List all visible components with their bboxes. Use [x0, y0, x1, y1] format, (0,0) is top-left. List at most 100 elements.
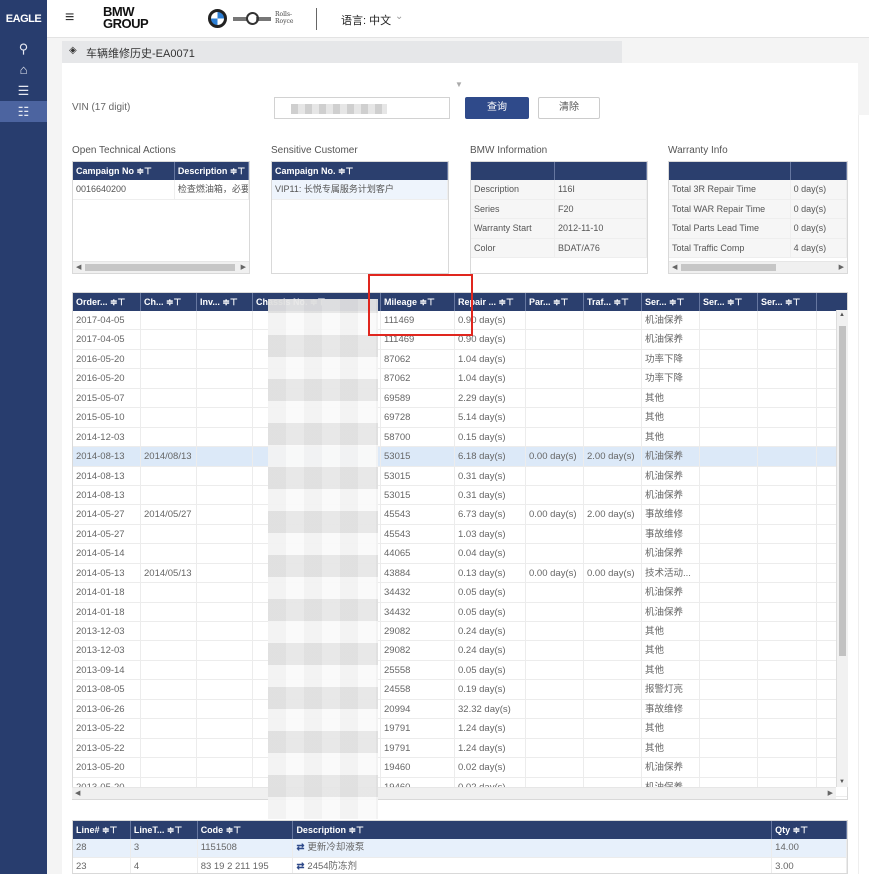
table-row[interactable]: 2014-05-27 45543 1.03 day(s) 事故维修	[73, 524, 847, 545]
table-row[interactable]: 2014-05-14 44065 0.04 day(s) 机油保养	[73, 544, 847, 564]
cell-parts	[526, 583, 584, 602]
page-scrollbar[interactable]	[858, 115, 869, 874]
cell-order-date: 2014-08-13	[73, 485, 141, 505]
scroll-right-icon[interactable]: ▶	[828, 788, 833, 800]
cell-repair: 0.05 day(s)	[455, 583, 526, 602]
cell-inv	[197, 485, 253, 505]
table-row[interactable]: 23 4 83 19 2 211 195 ⇄ 2454防冻剂 3.00	[73, 858, 847, 873]
table-row[interactable]: 2014-01-18 34432 0.05 day(s) 机油保养	[73, 602, 847, 622]
scroll-left-icon[interactable]: ◀	[672, 262, 677, 274]
horizontal-scrollbar[interactable]: ◀ ▶	[72, 787, 836, 799]
table-row[interactable]: 2013-05-22 19791 1.24 day(s) 其他	[73, 719, 847, 739]
cell-service1: 报警灯亮	[642, 680, 700, 699]
divider	[316, 8, 317, 30]
cell-repair: 0.04 day(s)	[455, 544, 526, 563]
column-campaign-no[interactable]: Campaign No. ≑⊤	[272, 162, 448, 180]
cell-ch	[141, 602, 197, 621]
cell-repair: 0.02 day(s)	[455, 758, 526, 777]
cell-service2	[700, 349, 758, 369]
table-row[interactable]: 2013-12-03 29082 0.24 day(s) 其他	[73, 641, 847, 661]
table-row[interactable]: 2013-06-26 20994 32.32 day(s) 事故维修	[73, 699, 847, 720]
table-row[interactable]: 2014-05-27 2014/05/27 45543 6.73 day(s) 0.00…	[73, 505, 847, 525]
rolls-royce-logo: Rolls-Royce	[275, 11, 294, 25]
scroll-right-icon[interactable]: ▶	[241, 262, 246, 274]
vertical-scrollbar[interactable]: ▲ ▼	[836, 310, 848, 787]
language-selector[interactable]: 语言: 中文	[341, 12, 391, 28]
column-inv[interactable]: Inv... ≑⊤	[197, 293, 253, 311]
column-order-date[interactable]: Order... ≑⊤	[73, 293, 141, 311]
table-row[interactable]: 2015-05-07 69589 2.29 day(s) 其他	[73, 388, 847, 409]
cell-service2	[700, 622, 758, 641]
cell-service2	[700, 505, 758, 524]
table-row[interactable]: 2014-08-13 53015 0.31 day(s) 机油保养	[73, 485, 847, 506]
column-parts[interactable]: Par... ≑⊤	[526, 293, 584, 311]
cell-order-date: 2016-05-20	[73, 349, 141, 369]
cell-traffic	[584, 680, 642, 699]
cell-order-date: 2013-05-22	[73, 738, 141, 758]
column-service2[interactable]: Ser... ≑⊤	[700, 293, 758, 311]
cell-mileage: 34432	[381, 602, 455, 621]
table-row[interactable]: 2013-05-20 194600.02 day(s) 机油保养	[73, 758, 847, 778]
cell-repair: 1.24 day(s)	[455, 738, 526, 758]
table-row[interactable]: 28 3 1151508 ⇄ 更新冷却液泵 14.00	[73, 839, 847, 858]
scroll-right-icon[interactable]: ▶	[839, 262, 844, 274]
cell-service2	[700, 388, 758, 408]
table-row[interactable]: 2014-08-13 2014/08/13 53015 6.18 day(s) 0.00…	[73, 447, 847, 467]
list-icon[interactable]: ☰	[0, 80, 47, 101]
table-row[interactable]: 2013-05-22 19791 1.24 day(s) 其他	[73, 738, 847, 759]
horizontal-scrollbar[interactable]: ◀ ▶	[669, 261, 847, 273]
table-row[interactable]: VIP11: 长悦专属服务计划客户	[272, 180, 448, 200]
column-campaign-no[interactable]: Campaign No ≑⊤	[73, 162, 175, 180]
cell-traffic	[584, 699, 642, 719]
home-icon[interactable]: ⌂	[0, 59, 47, 80]
cell-order-date: 2015-05-10	[73, 408, 141, 427]
table-row[interactable]: 2016-05-20 87062 1.04 day(s) 功率下降	[73, 369, 847, 389]
column-ch[interactable]: Ch... ≑⊤	[141, 293, 197, 311]
cell-ch: 2014/08/13	[141, 447, 197, 466]
cell-ch	[141, 388, 197, 408]
cell-repair: 1.24 day(s)	[455, 719, 526, 738]
column-traffic[interactable]: Traf... ≑⊤	[584, 293, 642, 311]
clear-button[interactable]: 清除	[538, 97, 600, 119]
table-row[interactable]: 2015-05-10 69728 5.14 day(s) 其他	[73, 408, 847, 428]
table-row[interactable]: 2013-09-14 25558 0.05 day(s) 其他	[73, 660, 847, 681]
cell-inv	[197, 563, 253, 583]
column-line-type[interactable]: LineT... ≑⊤	[131, 821, 198, 839]
repair-history-table: Order... ≑⊤Ch... ≑⊤Inv... ≑⊤Chassis No. …	[72, 292, 848, 800]
scroll-left-icon[interactable]: ◀	[76, 262, 81, 274]
cell-traffic	[584, 330, 642, 349]
table-row[interactable]: 2013-08-05 24558 0.19 day(s) 报警灯亮	[73, 680, 847, 700]
column-code[interactable]: Code ≑⊤	[198, 821, 294, 839]
column-service3[interactable]: Ser... ≑⊤	[758, 293, 817, 311]
vin-input[interactable]	[274, 97, 450, 119]
collapse-caret-icon[interactable]: ▼	[455, 80, 463, 89]
table-row[interactable]: 2014-05-13 2014/05/13 43884 0.13 day(s) 0.00…	[73, 563, 847, 584]
table-row[interactable]: 0016640200 检查燃油箱，必要	[73, 180, 249, 200]
chevron-down-icon[interactable]: ⌄	[395, 11, 403, 22]
table-row[interactable]: 2014-08-13 53015 0.31 day(s) 机油保养	[73, 466, 847, 486]
bmw-group-logo: BMW GROUP	[103, 4, 149, 31]
column-line[interactable]: Line# ≑⊤	[73, 821, 131, 839]
table-row[interactable]: 2014-12-03 58700 0.15 day(s) 其他	[73, 427, 847, 448]
table-row[interactable]: 2013-12-03 29082 0.24 day(s) 其他	[73, 622, 847, 642]
column-description[interactable]: Description ≑⊤	[175, 162, 249, 180]
cell-ch	[141, 641, 197, 660]
table-row[interactable]: 2016-05-20 87062 1.04 day(s) 功率下降	[73, 349, 847, 370]
search-icon[interactable]: ⚲	[0, 38, 47, 59]
column-description[interactable]: Description ≑⊤	[293, 821, 773, 839]
scroll-up-icon[interactable]: ▲	[839, 312, 845, 318]
hamburger-icon[interactable]: ≡	[65, 9, 74, 27]
column-service1[interactable]: Ser... ≑⊤	[642, 293, 700, 311]
column-qty[interactable]: Qty ≑⊤	[772, 821, 847, 839]
cell-service3	[758, 563, 817, 583]
query-button[interactable]: 查询	[465, 97, 529, 119]
horizontal-scrollbar[interactable]: ◀ ▶	[73, 261, 249, 273]
cell-mileage: 53015	[381, 447, 455, 466]
scroll-left-icon[interactable]: ◀	[75, 788, 80, 800]
scroll-down-icon[interactable]: ▼	[839, 779, 845, 785]
database-icon[interactable]: ☷	[0, 101, 47, 122]
cell-parts	[526, 719, 584, 738]
cell-mileage: 69728	[381, 408, 455, 427]
cell-parts	[526, 641, 584, 660]
table-row[interactable]: 2014-01-18 34432 0.05 day(s) 机油保养	[73, 583, 847, 603]
